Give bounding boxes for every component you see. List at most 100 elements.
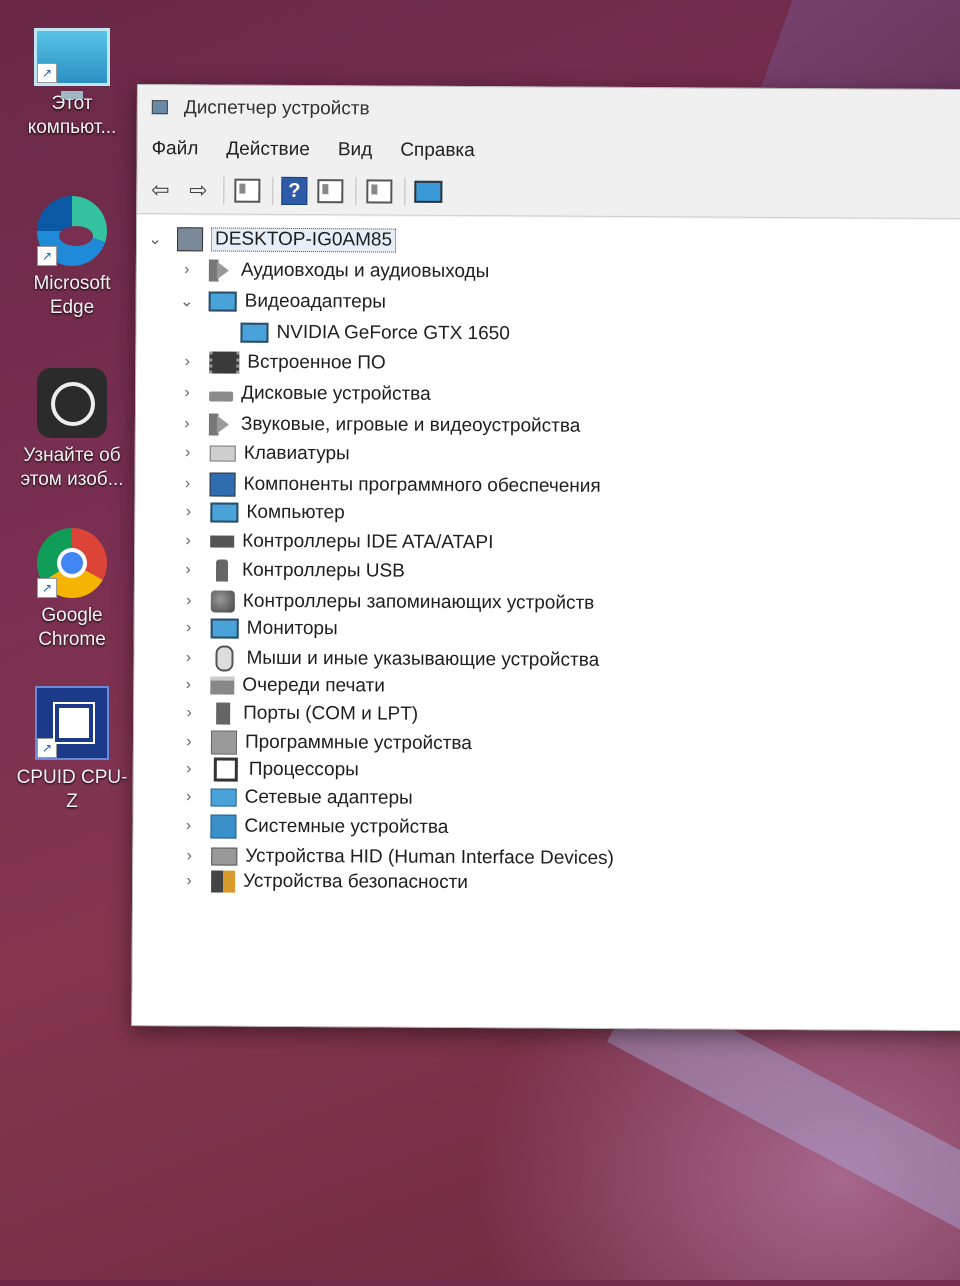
this-pc-icon: ↗ — [34, 28, 110, 99]
properties-icon — [317, 179, 344, 204]
chevron-right-icon[interactable]: › — [179, 847, 199, 865]
tree-item-label: Мыши и иные указывающие устройства — [246, 647, 600, 671]
toolbar-separator — [223, 176, 225, 205]
chevron-right-icon[interactable]: › — [179, 733, 199, 751]
toolbar-separator — [404, 177, 406, 206]
software-device-icon — [210, 730, 238, 755]
firmware-chip-icon — [209, 351, 240, 374]
desktop-icon-label: CPUID CPU-Z — [16, 767, 128, 812]
cpuz-icon: ↗ — [35, 686, 109, 760]
ide-controller-icon — [210, 535, 235, 548]
camera-icon — [37, 368, 107, 438]
chevron-right-icon[interactable]: › — [177, 415, 197, 433]
tree-item-usb-controllers[interactable]: › Контроллеры USB — [178, 556, 405, 585]
storage-controller-icon — [210, 590, 235, 613]
tree-item-gpu[interactable]: NVIDIA GeForce GTX 1650 — [240, 319, 510, 349]
scan-hardware-button[interactable] — [413, 177, 443, 207]
tree-item-monitors[interactable]: › Мониторы — [179, 614, 338, 643]
tree-item-label: Порты (COM и LPT) — [243, 702, 419, 725]
tree-item-label: Аудиовходы и аудиовыходы — [240, 259, 490, 283]
tree-item-storage-controllers[interactable]: › Контроллеры запоминающих устройств — [179, 587, 595, 618]
chevron-right-icon[interactable]: › — [178, 649, 198, 667]
menu-help[interactable]: Справка — [400, 140, 475, 162]
tree-item-sound-video-game[interactable]: › Звуковые, игровые и видеоустройства — [177, 410, 581, 440]
help-button[interactable]: ? — [281, 176, 308, 206]
chevron-right-icon[interactable]: › — [178, 475, 198, 493]
tree-item-disk-drives[interactable]: › Дисковые устройства — [177, 379, 431, 409]
tree-item-label: Дисковые устройства — [241, 382, 431, 405]
chevron-right-icon[interactable]: › — [178, 503, 198, 521]
menu-view[interactable]: Вид — [338, 139, 373, 161]
chevron-right-icon[interactable]: › — [177, 261, 197, 279]
tree-item-security-devices[interactable]: › Устройства безопасности — [179, 867, 468, 897]
tree-item-ports[interactable]: › Порты (COM и LPT) — [179, 699, 418, 728]
chevron-right-icon[interactable]: › — [179, 592, 199, 610]
desktop-icon-chrome[interactable]: ↗ Google Chrome — [14, 528, 130, 652]
device-manager-window: Диспетчер устройств Файл Действие Вид Сп… — [131, 84, 960, 1032]
chevron-right-icon[interactable]: › — [178, 444, 198, 462]
chevron-right-icon[interactable]: › — [179, 872, 199, 890]
display-adapter-icon — [208, 291, 237, 312]
toolbar-separator — [355, 177, 357, 206]
chevron-right-icon[interactable]: › — [178, 532, 198, 550]
chevron-down-icon[interactable]: ⌄ — [145, 229, 165, 249]
window-title: Диспетчер устройств — [183, 97, 370, 120]
chevron-right-icon[interactable]: › — [179, 704, 199, 722]
chevron-right-icon[interactable]: › — [178, 676, 198, 694]
chevron-right-icon[interactable]: › — [177, 384, 197, 402]
tree-item-software-devices[interactable]: › Программные устройства — [179, 728, 472, 758]
monitor-icon — [210, 618, 239, 639]
chevron-down-icon[interactable]: ⌄ — [177, 291, 197, 311]
chevron-right-icon[interactable]: › — [179, 760, 199, 778]
desktop-icon-edge[interactable]: ↗ Microsoft Edge — [14, 196, 130, 320]
tree-item-label: Устройства безопасности — [243, 870, 468, 894]
tree-item-display-adapters[interactable]: ⌄ Видеоадаптеры — [177, 287, 386, 316]
tree-item-label: Звуковые, игровые и видеоустройства — [240, 413, 581, 437]
tree-item-print-queues[interactable]: › Очереди печати — [178, 671, 385, 700]
tree-item-audio-io[interactable]: › Аудиовходы и аудиовыходы — [177, 256, 490, 286]
monitor-scan-icon — [414, 180, 443, 203]
properties-button[interactable] — [315, 176, 345, 206]
tree-item-software-components[interactable]: › Компоненты программного обеспечения — [177, 470, 601, 501]
tree-item-ide-controllers[interactable]: › Контроллеры IDE ATA/ATAPI — [178, 527, 493, 557]
tree-item-label: Видеоадаптеры — [244, 290, 387, 313]
system-device-icon — [210, 814, 237, 839]
menu-action[interactable]: Действие — [226, 139, 310, 162]
tree-item-label: Компьютер — [246, 501, 345, 524]
tree-item-firmware[interactable]: › Встроенное ПО — [177, 348, 386, 377]
menu-file[interactable]: Файл — [152, 138, 199, 160]
device-manager-icon — [150, 98, 170, 118]
speaker-icon — [208, 413, 233, 436]
tree-item-computer[interactable]: › Компьютер — [178, 498, 345, 527]
tree-root[interactable]: ⌄ DESKTOP-IG0AM85 — [145, 225, 397, 255]
chevron-right-icon[interactable]: › — [177, 353, 197, 371]
tree-item-keyboards[interactable]: › Клавиатуры — [178, 439, 350, 468]
tree-item-label: Контроллеры IDE ATA/ATAPI — [242, 530, 494, 554]
tree-item-system-devices[interactable]: › Системные устройства — [178, 812, 448, 842]
update-driver-button[interactable] — [364, 176, 394, 206]
desktop-icon-spotlight[interactable]: Узнайте об этом изоб... — [14, 368, 130, 492]
chrome-icon: ↗ — [37, 528, 107, 598]
tree-item-label: Программные устройства — [244, 731, 472, 755]
display-adapter-icon — [240, 322, 269, 343]
desktop-icon-cpuz[interactable]: ↗ CPUID CPU-Z — [14, 686, 130, 814]
chevron-right-icon[interactable]: › — [179, 788, 199, 806]
back-button[interactable]: ⇦ — [145, 175, 175, 205]
show-hide-console-tree-button[interactable] — [232, 176, 262, 206]
chevron-right-icon[interactable]: › — [178, 817, 198, 835]
chevron-right-icon[interactable]: › — [178, 561, 198, 579]
toolbar-separator — [272, 176, 274, 205]
console-tree-icon — [234, 178, 261, 203]
forward-button[interactable]: ⇨ — [183, 175, 213, 205]
chevron-right-icon[interactable]: › — [179, 619, 199, 637]
security-device-icon — [211, 870, 236, 893]
tree-item-network-adapters[interactable]: › Сетевые адаптеры — [179, 783, 413, 812]
disk-drive-icon — [209, 391, 234, 402]
title-bar[interactable]: Диспетчер устройств — [138, 85, 960, 136]
tree-item-mice[interactable]: › Мыши и иные указывающие устройства — [178, 644, 599, 675]
tree-item-processors[interactable]: › Процессоры — [179, 755, 359, 784]
desktop-icon-this-pc[interactable]: ↗ Этот компьют... — [14, 28, 130, 140]
tree-item-label: Устройства HID (Human Interface Devices) — [245, 845, 614, 869]
shortcut-arrow-icon: ↗ — [37, 738, 57, 758]
tree-item-label: Компоненты программного обеспечения — [243, 473, 601, 497]
